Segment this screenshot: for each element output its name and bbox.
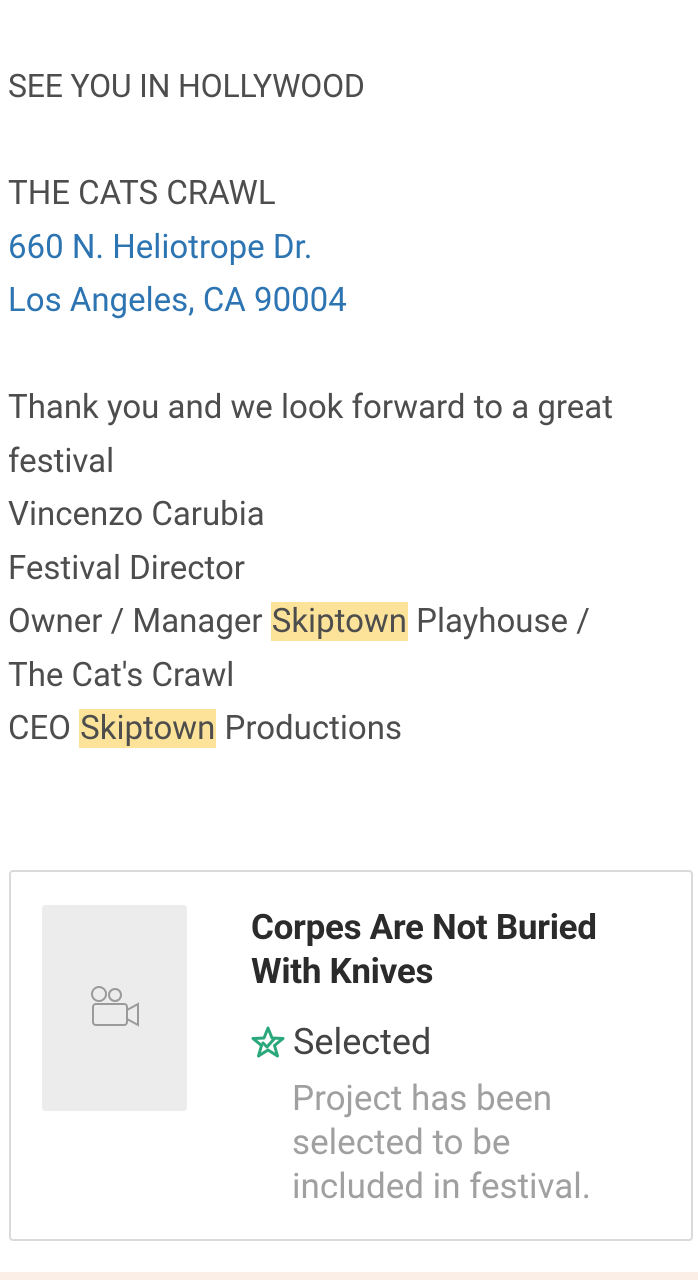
ceo-prefix: CEO — [8, 709, 80, 748]
address-link-line2[interactable]: Los Angeles, CA 90004 — [8, 274, 698, 328]
search-highlight: Skiptown — [270, 602, 408, 641]
message-heading: SEE YOU IN HOLLYWOOD — [8, 67, 365, 105]
search-highlight: Skiptown — [79, 709, 217, 748]
video-camera-icon — [91, 986, 139, 1027]
email-message-body: SEE YOU IN HOLLYWOOD THE CATS CRAWL 660 … — [8, 60, 698, 756]
project-card[interactable]: Corpes Are Not Buried With Knives Select… — [9, 870, 693, 1241]
project-title[interactable]: Corpes Are Not Buried With Knives — [251, 906, 671, 994]
owner-prefix: Owner / Manager — [8, 602, 271, 641]
star-check-icon — [251, 1026, 285, 1058]
address-link-line1[interactable]: 660 N. Heliotrope Dr. — [8, 221, 698, 275]
thanks-text-line1: Thank you and we look forward to a great — [8, 388, 613, 427]
signer-name: Vincenzo Carubia — [8, 495, 265, 534]
project-poster-placeholder — [42, 905, 187, 1111]
venue-name: THE CATS CRAWL — [8, 174, 276, 213]
ceo-line: CEO Skiptown Productions — [8, 702, 698, 756]
next-card-edge — [0, 1272, 698, 1280]
status-label: Selected — [293, 1021, 432, 1063]
owner-suffix: Playhouse / — [407, 602, 590, 641]
signer-title: Festival Director — [8, 548, 245, 588]
ceo-suffix: Productions — [216, 709, 403, 748]
status-description: Project has been selected to be included… — [292, 1078, 592, 1207]
thanks-text-line2: festival — [8, 441, 115, 481]
project-status: Selected — [251, 1020, 431, 1064]
owner-line: Owner / Manager Skiptown Playhouse / — [8, 595, 698, 649]
owner-line2: The Cat's Crawl — [8, 655, 235, 695]
